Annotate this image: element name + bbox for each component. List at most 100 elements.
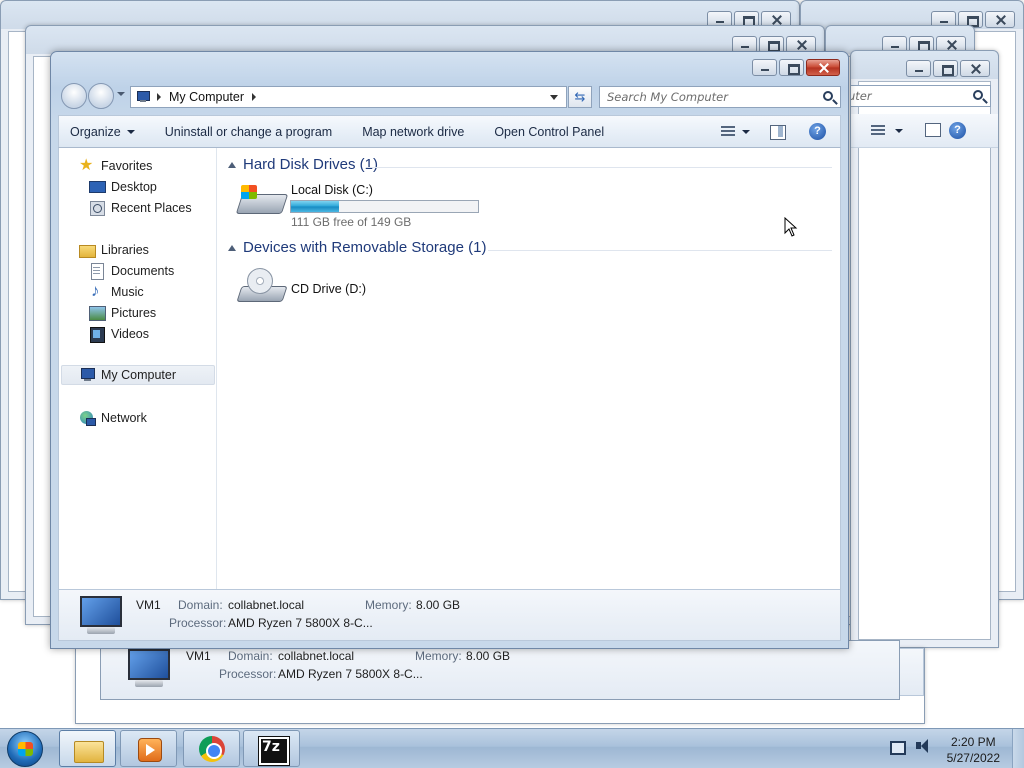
nav-music[interactable]: Music: [89, 281, 144, 302]
minimize-button[interactable]: [906, 60, 931, 77]
videos-icon: [89, 326, 105, 343]
navigation-buttons: [60, 82, 122, 110]
caption-buttons: [752, 59, 840, 76]
search-input[interactable]: [600, 87, 810, 107]
search-icon[interactable]: [823, 91, 833, 101]
change-view-button[interactable]: [714, 122, 754, 142]
nav-libraries[interactable]: Libraries: [79, 240, 149, 260]
help-icon[interactable]: ?: [809, 123, 826, 140]
details-memory-value: 8.00 GB: [416, 598, 461, 612]
maximize-button[interactable]: [779, 59, 804, 76]
preview-pane-button[interactable]: [757, 122, 797, 142]
details-pane: VM1 Domain: collabnet.local Memory: 8.00…: [58, 589, 841, 641]
recent-places-icon: [89, 200, 105, 216]
drive-d-name[interactable]: CD Drive (D:): [291, 282, 366, 296]
refresh-button[interactable]: ⇆: [568, 86, 592, 108]
nav-recent-places[interactable]: Recent Places: [89, 198, 192, 218]
group-divider: [488, 250, 832, 251]
background-view-button[interactable]: [871, 123, 903, 139]
background-details-pane: VM1 Domain: collabnet.local Memory: 8.00…: [100, 640, 900, 700]
close-button[interactable]: [960, 60, 990, 77]
nav-computer-label: My Computer: [101, 368, 177, 382]
volume-icon[interactable]: [914, 737, 932, 755]
close-button[interactable]: [806, 59, 840, 76]
system-tray: [888, 737, 932, 755]
close-button[interactable]: [985, 11, 1015, 28]
nav-pictures[interactable]: Pictures: [89, 303, 156, 323]
explorer-window: My Computer ⇆ Organize Uninstall or chan…: [50, 51, 849, 649]
drive-c-usage-bar: [290, 200, 479, 213]
cd-drive-icon[interactable]: [237, 268, 285, 302]
breadcrumb-my-computer[interactable]: My Computer: [169, 90, 244, 104]
breadcrumb-chevron-icon[interactable]: [252, 93, 257, 101]
nav-my-computer[interactable]: My Computer: [61, 365, 215, 385]
folder-icon: [74, 736, 104, 763]
collapse-triangle-icon[interactable]: [228, 161, 236, 168]
minimize-button[interactable]: [752, 59, 777, 76]
uninstall-program-button[interactable]: Uninstall or change a program: [150, 125, 347, 139]
maximize-button[interactable]: [933, 60, 958, 77]
taskbar-explorer-button[interactable]: [59, 730, 116, 767]
taskbar-chrome-button[interactable]: [183, 730, 240, 767]
nav-desktop[interactable]: Desktop: [89, 177, 157, 197]
details-memory-label: Memory:: [365, 598, 412, 612]
back-button[interactable]: [61, 83, 87, 109]
recent-pages-dropdown[interactable]: [117, 92, 125, 96]
clock[interactable]: 2:20 PM 5/27/2022: [947, 734, 1000, 766]
nav-favorites-label: Favorites: [101, 159, 153, 173]
desktop-icon: [89, 179, 106, 195]
nav-documents[interactable]: Documents: [89, 261, 174, 281]
network-tray-icon[interactable]: [888, 737, 906, 755]
hard-disk-icon[interactable]: [237, 184, 285, 218]
map-network-drive-button[interactable]: Map network drive: [347, 125, 479, 139]
content-pane: Hard Disk Drives (1) Local Disk (C:) 111…: [218, 148, 840, 589]
breadcrumb-separator-icon[interactable]: [157, 93, 161, 101]
details-domain-value: collabnet.local: [278, 649, 355, 663]
nav-favorites[interactable]: Favorites: [79, 155, 153, 176]
pictures-icon: [89, 305, 106, 321]
view-icon: [721, 125, 735, 138]
documents-icon: [89, 263, 105, 280]
nav-network-label: Network: [101, 411, 147, 425]
group-header-removable-storage[interactable]: Devices with Removable Storage (1): [228, 239, 486, 256]
drive-c-free-space: 111 GB free of 149 GB: [291, 215, 412, 229]
nav-videos[interactable]: Videos: [89, 324, 149, 344]
start-button[interactable]: [7, 731, 43, 767]
clock-date: 5/27/2022: [946, 751, 1000, 765]
organize-button[interactable]: Organize: [59, 125, 150, 139]
details-processor-label: Processor:: [219, 667, 277, 681]
7zip-label: 7z: [262, 739, 280, 755]
group-divider: [366, 167, 832, 168]
address-bar[interactable]: My Computer: [130, 86, 567, 108]
forward-button[interactable]: [88, 83, 114, 109]
search-icon[interactable]: [973, 90, 983, 100]
taskbar-media-player-button[interactable]: [120, 730, 177, 767]
nav-videos-label: Videos: [111, 327, 149, 341]
help-icon[interactable]: ?: [949, 122, 966, 139]
navigation-pane: Favorites Desktop Recent Places Librarie…: [59, 148, 217, 589]
taskbar-7zip-button[interactable]: 7z: [243, 730, 300, 767]
nav-music-label: Music: [111, 285, 144, 299]
background-search-text: uter: [850, 89, 872, 103]
address-dropdown-icon[interactable]: [550, 95, 558, 100]
background-preview-pane-button[interactable]: [925, 123, 941, 137]
background-search-box[interactable]: uter: [850, 85, 991, 107]
details-memory-value: 8.00 GB: [466, 649, 511, 663]
computer-icon: [77, 596, 123, 636]
details-processor-value: AMD Ryzen 7 5800X 8-C...: [278, 667, 423, 681]
command-bar: Organize Uninstall or change a program M…: [58, 115, 841, 148]
chevron-down-icon: [742, 129, 750, 134]
open-control-panel-button[interactable]: Open Control Panel: [479, 125, 619, 139]
drive-c-name[interactable]: Local Disk (C:): [291, 183, 373, 197]
nav-network[interactable]: Network: [79, 408, 147, 428]
details-computer-name: VM1: [136, 598, 161, 612]
computer-icon: [125, 649, 171, 689]
command-bar-right: ?: [714, 116, 840, 147]
7zip-icon: 7z: [258, 736, 290, 766]
collapse-triangle-icon[interactable]: [228, 244, 236, 251]
nav-documents-label: Documents: [111, 264, 175, 278]
group-header-hard-disk-drives[interactable]: Hard Disk Drives (1): [228, 156, 378, 173]
show-desktop-button[interactable]: [1012, 729, 1024, 768]
search-box[interactable]: [599, 86, 841, 108]
nav-desktop-label: Desktop: [111, 180, 157, 194]
